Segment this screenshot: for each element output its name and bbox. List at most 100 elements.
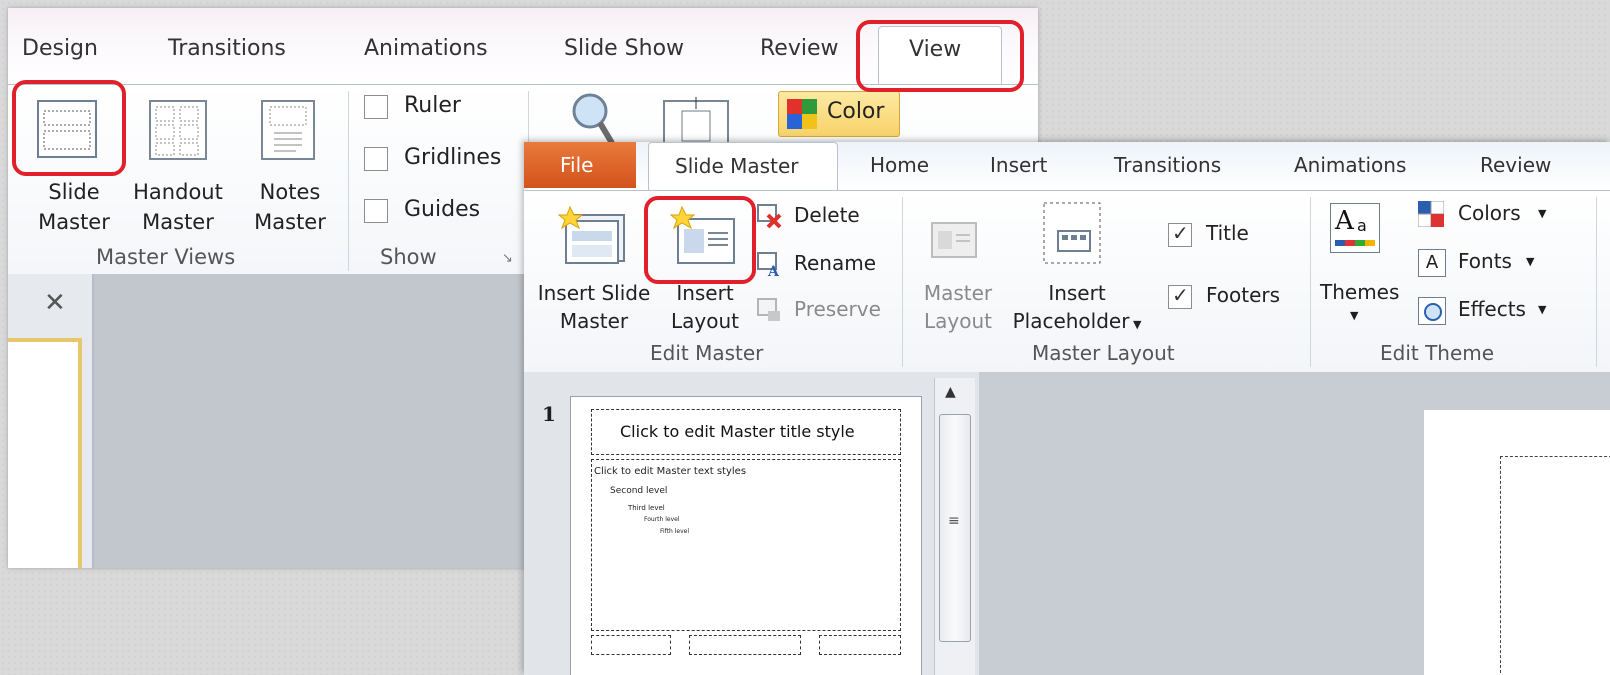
handout-master-label-2: Master (142, 210, 214, 234)
svg-text:A: A (767, 264, 780, 277)
notes-master-label-1: Notes (259, 180, 321, 204)
thumbnail-title-placeholder: Click to edit Master title style (591, 409, 901, 455)
handout-master-label-1: Handout (133, 180, 223, 204)
slide-canvas[interactable] (1424, 410, 1610, 675)
footers-checkbox-label: Footers (1206, 283, 1281, 307)
thumbnail-level-1: Click to edit Master text styles (594, 466, 747, 477)
ruler-label: Ruler (404, 93, 461, 118)
tab-insert[interactable]: Insert (990, 153, 1047, 177)
gridlines-checkbox[interactable] (364, 147, 388, 171)
color-swatch-icon (787, 99, 817, 129)
thumbnails-scrollbar[interactable]: ▲ ≡ (934, 378, 975, 675)
insert-layout-label-2: Layout (671, 309, 739, 333)
canvas-placeholder (1500, 456, 1610, 675)
preserve-button: Preserve (754, 295, 904, 329)
color-button-label: Color (827, 99, 885, 124)
insert-slide-master-button[interactable]: Insert Slide Master (528, 199, 658, 335)
delete-label: Delete (794, 203, 860, 227)
edit-theme-group-label: Edit Theme (1380, 341, 1495, 365)
themes-dropdown-icon: ▼ (1350, 309, 1359, 322)
fonts-button[interactable]: A Fonts ▼ (1416, 247, 1566, 283)
tab-animations[interactable]: Animations (364, 36, 488, 61)
slide-master-label-2: Master (38, 210, 110, 234)
thumbnail-date-placeholder (591, 635, 671, 655)
thumbnail-level-2: Second level (610, 486, 668, 496)
group-divider (1310, 197, 1311, 367)
master-layout-label-2: Layout (924, 309, 992, 333)
tab-transitions[interactable]: Transitions (1114, 153, 1221, 177)
tab-slide-show[interactable]: Slide Show (564, 36, 684, 61)
back-slide-thumbnail[interactable] (8, 338, 82, 568)
scrollbar-thumb[interactable]: ≡ (939, 414, 971, 642)
highlight-slide-master (12, 80, 126, 176)
rename-icon: A (757, 252, 780, 277)
effects-dropdown-icon: ▼ (1538, 303, 1547, 316)
edit-master-group-label: Edit Master (650, 341, 764, 365)
ruler-checkbox[interactable] (364, 95, 388, 119)
title-checkbox[interactable] (1168, 221, 1192, 247)
effects-icon (1418, 297, 1446, 325)
preserve-icon (757, 298, 780, 321)
thumbnail-footer-placeholder (689, 635, 801, 655)
highlight-view-tab (856, 20, 1024, 92)
show-group-label: Show (380, 245, 437, 269)
master-layout-label-1: Master (923, 281, 993, 305)
fonts-icon: A (1418, 249, 1446, 277)
tab-home[interactable]: Home (870, 153, 929, 177)
master-views-group-label: Master Views (96, 245, 236, 269)
notes-master-icon (261, 100, 315, 160)
fonts-label: Fonts (1458, 249, 1512, 273)
handout-master-button[interactable]: Handout Master (120, 91, 236, 241)
insert-placeholder-icon (1043, 202, 1101, 264)
colors-dropdown-icon: ▼ (1538, 207, 1547, 220)
thumbnail-title-text: Click to edit Master title style (620, 422, 855, 441)
tab-file-label: File (560, 153, 594, 177)
themes-label: Themes (1320, 280, 1400, 304)
thumbnail-body-placeholder: Click to edit Master text styles Second … (591, 459, 901, 631)
delete-icon (757, 204, 782, 229)
themes-icon: A a (1330, 203, 1380, 253)
thumbnail-level-3: Third level (628, 504, 665, 512)
notes-master-label-2: Master (254, 210, 326, 234)
colors-icon (1418, 201, 1444, 227)
ribbon-tab-bar: File Slide Master Home Insert Transition… (524, 142, 1610, 193)
thumbnail-number-placeholder (819, 635, 901, 655)
tab-slide-master[interactable]: Slide Master (648, 142, 838, 193)
tab-transitions[interactable]: Transitions (168, 36, 286, 61)
tab-animations[interactable]: Animations (1294, 153, 1406, 177)
guides-label: Guides (404, 197, 481, 222)
tab-design[interactable]: Design (22, 36, 98, 61)
delete-button[interactable]: Delete (754, 201, 904, 235)
scroll-up-arrow-icon[interactable]: ▲ (945, 384, 956, 400)
colors-label: Colors (1458, 201, 1521, 225)
effects-label: Effects (1458, 297, 1526, 321)
guides-checkbox[interactable] (364, 199, 388, 223)
colors-button[interactable]: Colors ▼ (1416, 199, 1566, 235)
handout-master-icon (149, 100, 207, 160)
group-divider (348, 91, 349, 271)
insert-placeholder-button[interactable]: Insert Placeholder ▼ (1002, 199, 1152, 335)
slide-number: 1 (542, 402, 556, 426)
notes-master-button[interactable]: Notes Master (242, 91, 338, 241)
insert-slide-master-icon (558, 205, 625, 264)
tab-review[interactable]: Review (1480, 153, 1551, 177)
tab-review[interactable]: Review (760, 36, 839, 61)
dialog-launcher-icon[interactable]: ↘ (502, 251, 513, 266)
tab-file[interactable]: File (524, 142, 636, 188)
effects-button[interactable]: Effects ▼ (1416, 295, 1566, 331)
close-pane-icon[interactable]: ✕ (44, 288, 66, 318)
rename-label: Rename (794, 251, 877, 275)
rename-button[interactable]: A Rename (754, 249, 904, 283)
footers-checkbox[interactable] (1168, 283, 1192, 309)
master-layout-button: Master Layout (914, 199, 1002, 335)
master-slide-thumbnail[interactable]: Click to edit Master title style Click t… (570, 396, 922, 675)
preserve-label: Preserve (794, 297, 881, 321)
color-button[interactable]: Color (778, 91, 900, 137)
gridlines-label: Gridlines (404, 145, 502, 170)
master-layout-group-label: Master Layout (1032, 341, 1175, 365)
title-checkbox-label: Title (1206, 221, 1249, 245)
slide-thumbnails-pane: 1 Click to edit Master title style Click… (524, 372, 979, 675)
insert-slide-master-label-2: Master (559, 309, 629, 333)
group-divider (902, 197, 903, 367)
themes-button[interactable]: A a Themes ▼ (1320, 199, 1410, 335)
